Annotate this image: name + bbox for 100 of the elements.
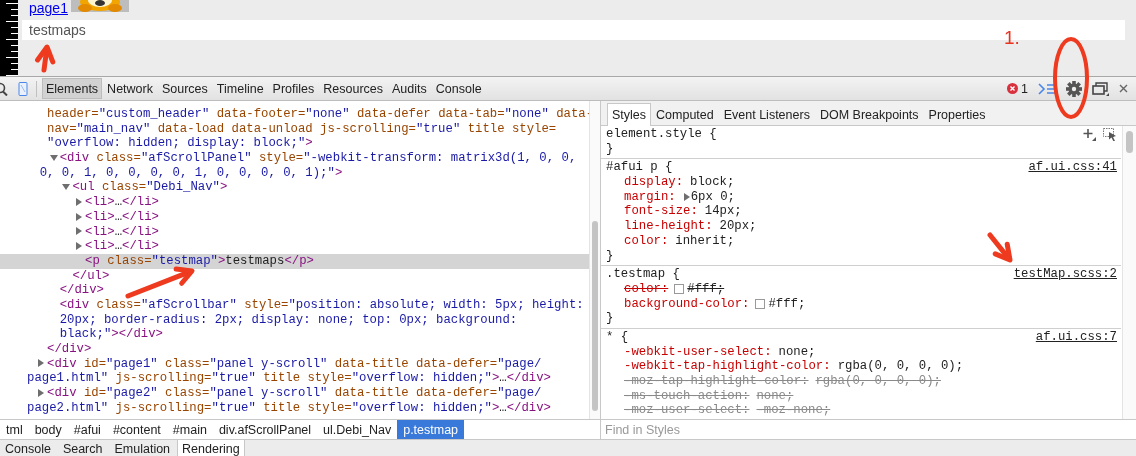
close-icon[interactable]: [1119, 84, 1128, 93]
property-value: #fff;: [687, 281, 725, 297]
expand-triangle[interactable]: [682, 193, 691, 202]
code-line: page2.html" js-scrolling="true" title style="overflow: hidden;">…</div>: [27, 400, 551, 416]
css-selector: #afui p {: [606, 160, 673, 176]
expand-triangle[interactable]: [49, 153, 58, 162]
dom-node-row[interactable]: <li>…</li>: [0, 209, 590, 225]
panel-tab[interactable]: Elements: [42, 78, 103, 99]
property-name: background-color:: [624, 296, 750, 312]
panel-tab[interactable]: Console: [431, 78, 486, 99]
property-value: 20px;: [719, 219, 757, 234]
expand-triangle[interactable]: [37, 359, 45, 368]
expand-triangle[interactable]: [62, 183, 71, 192]
breadcrumb[interactable]: #content: [106, 420, 167, 439]
scrollbar[interactable]: [589, 101, 600, 419]
property-value: rgba(0, 0, 0, 0);: [815, 374, 941, 389]
annotation-arrow: [125, 266, 195, 299]
annotation-arrow: [987, 232, 1013, 263]
scrollbar[interactable]: [1122, 126, 1136, 419]
expand-triangle[interactable]: [75, 241, 84, 250]
sidebar-tab[interactable]: Event Listeners: [718, 103, 815, 125]
code-line: 20px; border-radius: 2px; display: none; top: 0px; background:: [59, 312, 518, 328]
property-name: -ms-touch-action:: [624, 388, 750, 404]
error-count[interactable]: 1: [1021, 81, 1028, 96]
code-line: nav="main_nav" data-load data-unload js-scrolling="true" title style=: [47, 121, 557, 137]
code-line: <ul class="Debi_Nav">: [72, 180, 228, 196]
panel-tab[interactable]: Resources: [319, 78, 388, 99]
code-line: 0, 0, 1, 0, 0, 0, 0, 1, 0, 0, 0, 0, 1);">: [39, 165, 343, 181]
panel-tab[interactable]: Sources: [157, 78, 212, 99]
dom-node-row[interactable]: <div id="page2" class="panel y-scroll" data-title data-defer="page/: [0, 386, 590, 401]
dom-node-row[interactable]: <div id="page1" class="panel y-scroll" data-title data-defer="page/: [0, 356, 590, 372]
drawer-tab[interactable]: Search: [57, 440, 108, 456]
breadcrumb[interactable]: body: [28, 420, 68, 439]
expand-triangle[interactable]: [75, 197, 84, 206]
breadcrumb[interactable]: #afui: [67, 420, 107, 439]
breadcrumb[interactable]: p.testmap: [397, 420, 465, 439]
sidebar-tab[interactable]: Properties: [923, 103, 991, 125]
css-brace: }: [606, 248, 614, 264]
dom-node-row[interactable]: <li>…</li>: [0, 224, 590, 240]
property-value: 6px 0;: [690, 189, 735, 205]
mobile-device-icon[interactable]: [18, 81, 28, 96]
drawer-tab[interactable]: Rendering: [177, 440, 245, 456]
code-line: <li>…</li>: [85, 224, 159, 240]
console-drawer-icon[interactable]: [1038, 82, 1056, 95]
drawer-tab[interactable]: Console: [0, 440, 56, 456]
expand-triangle[interactable]: [37, 388, 45, 397]
drawer-tab[interactable]: Emulation: [109, 440, 176, 456]
panel-tab[interactable]: Profiles: [268, 78, 319, 99]
panel-tab[interactable]: Audits: [388, 78, 431, 99]
page-link[interactable]: page1: [29, 0, 68, 17]
code-line: "overflow: hidden; display: block;">: [47, 136, 313, 152]
sidebar-tab[interactable]: Computed: [651, 103, 719, 125]
property-value: 14px;: [704, 204, 742, 220]
css-brace: }: [606, 311, 614, 326]
breadcrumb[interactable]: ul.Debi_Nav: [317, 420, 398, 439]
sidebar-tab[interactable]: DOM Breakpoints: [814, 103, 924, 125]
css-brace: }: [606, 141, 614, 157]
sidebar-tab[interactable]: Styles: [607, 103, 652, 126]
code-line: <li>…</li>: [85, 209, 159, 225]
source-link[interactable]: testMap.scss:2: [1013, 267, 1117, 282]
color-swatch[interactable]: [674, 284, 685, 295]
breadcrumb[interactable]: tml: [0, 420, 29, 439]
code-line: <li>…</li>: [85, 239, 159, 254]
dom-node-row[interactable]: <li>…</li>: [0, 195, 590, 210]
property-value: rgba(0, 0, 0, 0);: [837, 359, 964, 374]
expand-triangle[interactable]: [75, 227, 84, 236]
property-value: none;: [778, 344, 816, 360]
source-link[interactable]: af.ui.css:7: [1035, 329, 1117, 345]
breadcrumb[interactable]: div.afScrollPanel: [212, 420, 318, 439]
code-line: <div id="page1" class="panel y-scroll" data-title data-defer="page/: [47, 356, 542, 372]
property-value: #fff;: [768, 296, 806, 312]
property-name: line-height:: [624, 219, 713, 234]
code-line: </div>: [47, 342, 92, 357]
settings-icon[interactable]: [1066, 80, 1082, 97]
annotation-arrow: [35, 44, 56, 73]
code-line: page1.html" js-scrolling="true" title style="overflow: hidden;">…</div>: [27, 371, 551, 387]
dom-node-row[interactable]: <p class="testmap">testmaps</p>: [0, 253, 590, 269]
source-link[interactable]: af.ui.css:41: [1028, 160, 1117, 176]
color-swatch[interactable]: [755, 298, 766, 309]
dock-icon[interactable]: [1092, 81, 1109, 96]
property-value: -moz-none;: [756, 403, 831, 419]
new-rule-icon[interactable]: [1083, 127, 1097, 141]
code-line: <div id="page2" class="panel y-scroll" data-title data-defer="page/: [47, 386, 542, 401]
dom-node-row[interactable]: <ul class="Debi_Nav">: [0, 180, 590, 196]
css-selector: * {: [606, 329, 629, 345]
search-icon[interactable]: [0, 81, 8, 96]
code-line: black;"></div>: [59, 327, 163, 342]
expand-triangle[interactable]: [75, 212, 84, 221]
error-icon[interactable]: [1007, 83, 1019, 94]
code-line: </ul>: [72, 268, 110, 284]
property-value: none;: [756, 388, 794, 404]
code-line: <li>…</li>: [85, 195, 159, 210]
property-name: margin:: [624, 189, 676, 205]
panel-tab[interactable]: Network: [103, 78, 157, 99]
property-name: -webkit-tap-highlight-color:: [624, 359, 831, 374]
element-state-icon[interactable]: [1103, 127, 1117, 141]
css-selector: .testmap {: [606, 267, 680, 282]
dom-node-row[interactable]: <li>…</li>: [0, 239, 590, 254]
panel-tab[interactable]: Timeline: [212, 78, 268, 99]
breadcrumb[interactable]: #main: [166, 420, 213, 439]
